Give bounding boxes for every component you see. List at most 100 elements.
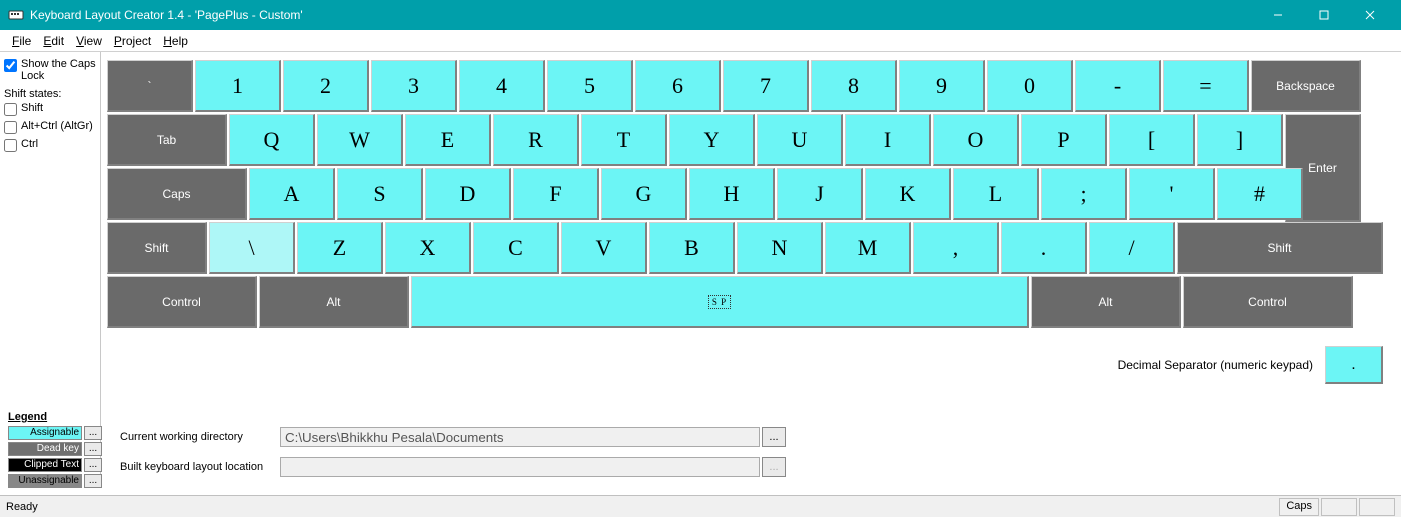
- key-caps[interactable]: Caps: [107, 168, 247, 220]
- key-backslash[interactable]: \: [209, 222, 295, 274]
- key-q[interactable]: Q: [229, 114, 315, 166]
- key-2[interactable]: 2: [283, 60, 369, 112]
- legend-unassignable-button[interactable]: ...: [84, 474, 102, 488]
- build-input[interactable]: [280, 457, 760, 477]
- key-backspace[interactable]: Backspace: [1251, 60, 1361, 112]
- key-lbracket[interactable]: [: [1109, 114, 1195, 166]
- key-right-alt[interactable]: Alt: [1031, 276, 1181, 328]
- altgr-input[interactable]: [4, 121, 17, 134]
- legend-clipped: Clipped Text: [8, 458, 82, 472]
- ctrl-checkbox[interactable]: Ctrl: [4, 138, 96, 152]
- close-button[interactable]: [1347, 0, 1393, 30]
- key-row-3: Shift \ Z X C V B N M , . / Shift: [107, 222, 1385, 274]
- cwd-browse-button[interactable]: ...: [762, 427, 786, 447]
- key-slash[interactable]: /: [1089, 222, 1175, 274]
- key-a[interactable]: A: [249, 168, 335, 220]
- status-ready: Ready: [6, 501, 38, 513]
- key-j[interactable]: J: [777, 168, 863, 220]
- key-c[interactable]: C: [473, 222, 559, 274]
- key-4[interactable]: 4: [459, 60, 545, 112]
- cwd-input[interactable]: [280, 427, 760, 447]
- key-r[interactable]: R: [493, 114, 579, 166]
- key-z[interactable]: Z: [297, 222, 383, 274]
- key-s[interactable]: S: [337, 168, 423, 220]
- key-9[interactable]: 9: [899, 60, 985, 112]
- decimal-separator-label: Decimal Separator (numeric keypad): [1118, 358, 1313, 372]
- legend-unassignable: Unassignable: [8, 474, 82, 488]
- key-left-alt[interactable]: Alt: [259, 276, 409, 328]
- key-p[interactable]: P: [1021, 114, 1107, 166]
- key-right-shift[interactable]: Shift: [1177, 222, 1383, 274]
- key-h[interactable]: H: [689, 168, 775, 220]
- key-grave[interactable]: `: [107, 60, 193, 112]
- menu-view[interactable]: View: [70, 32, 108, 50]
- key-k[interactable]: K: [865, 168, 951, 220]
- legend-assignable: Assignable: [8, 426, 82, 440]
- key-7[interactable]: 7: [723, 60, 809, 112]
- shift-input[interactable]: [4, 103, 17, 116]
- app-icon: [8, 7, 24, 23]
- menu-project[interactable]: Project: [108, 32, 157, 50]
- legend-title: Legend: [8, 411, 102, 423]
- key-equal[interactable]: =: [1163, 60, 1249, 112]
- key-row-2: Caps A S D F G H J K L ; ' #: [107, 168, 1385, 220]
- key-left-shift[interactable]: Shift: [107, 222, 207, 274]
- key-n[interactable]: N: [737, 222, 823, 274]
- key-e[interactable]: E: [405, 114, 491, 166]
- key-5[interactable]: 5: [547, 60, 633, 112]
- key-decimal-separator[interactable]: .: [1325, 346, 1383, 384]
- key-space[interactable]: S P: [411, 276, 1029, 328]
- key-l[interactable]: L: [953, 168, 1039, 220]
- key-8[interactable]: 8: [811, 60, 897, 112]
- key-t[interactable]: T: [581, 114, 667, 166]
- legend-assignable-button[interactable]: ...: [84, 426, 102, 440]
- menu-file[interactable]: File: [6, 32, 37, 50]
- legend-deadkey-button[interactable]: ...: [84, 442, 102, 456]
- key-3[interactable]: 3: [371, 60, 457, 112]
- key-hash[interactable]: #: [1217, 168, 1303, 220]
- key-v[interactable]: V: [561, 222, 647, 274]
- menu-edit[interactable]: Edit: [37, 32, 70, 50]
- key-g[interactable]: G: [601, 168, 687, 220]
- key-y[interactable]: Y: [669, 114, 755, 166]
- legend-clipped-button[interactable]: ...: [84, 458, 102, 472]
- key-m[interactable]: M: [825, 222, 911, 274]
- key-minus[interactable]: -: [1075, 60, 1161, 112]
- build-browse-button: ...: [762, 457, 786, 477]
- shift-checkbox[interactable]: Shift: [4, 102, 96, 116]
- show-capslock-checkbox[interactable]: Show the Caps Lock: [4, 58, 96, 82]
- key-f[interactable]: F: [513, 168, 599, 220]
- altgr-label: Alt+Ctrl (AltGr): [21, 120, 93, 132]
- key-x[interactable]: X: [385, 222, 471, 274]
- key-semicolon[interactable]: ;: [1041, 168, 1127, 220]
- key-left-control[interactable]: Control: [107, 276, 257, 328]
- key-1[interactable]: 1: [195, 60, 281, 112]
- key-period[interactable]: .: [1001, 222, 1087, 274]
- key-row-1: Tab Q W E R T Y U I O P [ ] Enter: [107, 114, 1385, 166]
- status-caps: Caps: [1279, 498, 1319, 516]
- workspace: Show the Caps Lock Shift states: Shift A…: [0, 52, 1401, 482]
- minimize-button[interactable]: [1255, 0, 1301, 30]
- altgr-checkbox[interactable]: Alt+Ctrl (AltGr): [4, 120, 96, 134]
- menu-help[interactable]: Help: [157, 32, 194, 50]
- key-right-control[interactable]: Control: [1183, 276, 1353, 328]
- maximize-button[interactable]: [1301, 0, 1347, 30]
- key-comma[interactable]: ,: [913, 222, 999, 274]
- key-u[interactable]: U: [757, 114, 843, 166]
- key-w[interactable]: W: [317, 114, 403, 166]
- key-b[interactable]: B: [649, 222, 735, 274]
- legend: Legend Assignable ... Dead key ... Clipp…: [8, 411, 102, 489]
- key-tab[interactable]: Tab: [107, 114, 227, 166]
- show-capslock-input[interactable]: [4, 59, 17, 72]
- build-label: Built keyboard layout location: [120, 461, 280, 473]
- key-space-label: S P: [708, 295, 731, 309]
- key-apostrophe[interactable]: ': [1129, 168, 1215, 220]
- key-o[interactable]: O: [933, 114, 1019, 166]
- key-i[interactable]: I: [845, 114, 931, 166]
- key-0[interactable]: 0: [987, 60, 1073, 112]
- ctrl-input[interactable]: [4, 139, 17, 152]
- key-6[interactable]: 6: [635, 60, 721, 112]
- key-rbracket[interactable]: ]: [1197, 114, 1283, 166]
- keyboard-area: ` 1 2 3 4 5 6 7 8 9 0 - = Backspace Tab …: [101, 52, 1401, 482]
- key-d[interactable]: D: [425, 168, 511, 220]
